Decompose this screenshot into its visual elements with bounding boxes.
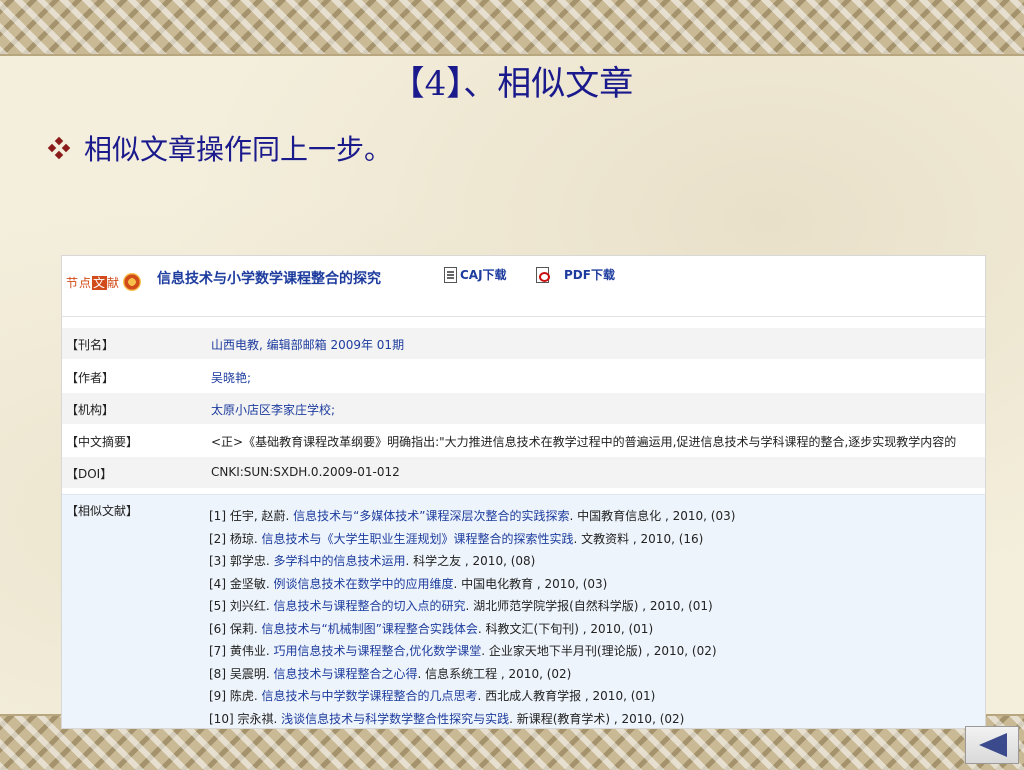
- list-item: [5] 刘兴红. 信息技术与课程整合的切入点的研究. 湖北师范学院学报(自然科学…: [209, 599, 713, 613]
- pdf-download-link[interactable]: PDF下载: [536, 266, 615, 283]
- triangle-left-icon: [979, 733, 1007, 757]
- embedded-screenshot: 节点文献 信息技术与小学数学课程整合的探究 CAJ下载 PDF下载 【刊名】 山…: [62, 256, 985, 728]
- caj-download-link[interactable]: CAJ下载: [444, 266, 507, 283]
- author-link[interactable]: 吴晓艳;: [211, 369, 251, 386]
- pdf-file-icon: [536, 266, 550, 283]
- meta-row-institution: 【机构】 太原小店区李家庄学校;: [62, 393, 985, 424]
- similar-article-link[interactable]: 信息技术与课程整合的切入点的研究: [273, 599, 465, 613]
- decorative-top-border: [0, 0, 1024, 56]
- similar-article-link[interactable]: 例谈信息技术在数学中的应用维度: [273, 577, 453, 591]
- similar-article-link[interactable]: 信息技术与课程整合之心得: [273, 667, 417, 681]
- list-item: [7] 黄伟业. 巧用信息技术与课程整合,优化数学课堂. 企业家天地下半月刊(理…: [209, 644, 717, 658]
- node-literature-logo: 节点文献: [66, 273, 142, 291]
- meta-row-doi: 【DOI】 CNKI:SUN:SXDH.0.2009-01-012: [62, 457, 985, 488]
- list-item: [2] 杨琼. 信息技术与《大学生职业生涯规划》课程整合的探索性实践. 文教资料…: [209, 531, 704, 546]
- meta-row-abstract: 【中文摘要】 <正>《基础教育课程改革纲要》明确指出:"大力推进信息技术在教学过…: [66, 435, 957, 449]
- caj-file-icon: [444, 266, 457, 283]
- list-item: [1] 任宇, 赵蔚. 信息技术与“多媒体技术”课程深层次整合的实践探索. 中国…: [209, 509, 736, 523]
- similar-article-link[interactable]: 多学科中的信息技术运用: [273, 554, 405, 568]
- bullet-text: 相似文章操作同上一步。: [84, 133, 393, 166]
- list-item: [6] 保莉. 信息技术与“机械制图”课程整合实践体会. 科教文汇(下旬刊) ,…: [209, 621, 654, 636]
- article-header: 节点文献 信息技术与小学数学课程整合的探究 CAJ下载 PDF下载: [62, 256, 985, 317]
- list-item: [4] 金坚敏. 例谈信息技术在数学中的应用维度. 中国电化教育 , 2010,…: [209, 576, 608, 591]
- meta-row-author: 【作者】 吴晓艳;: [66, 369, 252, 386]
- similar-literature-list: [1] 任宇, 赵蔚. 信息技术与“多媒体技术”课程深层次整合的实践探索. 中国…: [209, 505, 735, 728]
- doi-text: CNKI:SUN:SXDH.0.2009-01-012: [211, 465, 400, 479]
- meta-row-journal: 【刊名】 山西电教, 编辑部邮箱 2009年 01期: [62, 328, 985, 359]
- similar-article-link[interactable]: 信息技术与《大学生职业生涯规划》课程整合的探索性实践: [261, 532, 573, 546]
- flower-logo-icon: [123, 273, 142, 291]
- similar-literature-section: 【相似文献】 [1] 任宇, 赵蔚. 信息技术与“多媒体技术”课程深层次整合的实…: [62, 494, 985, 728]
- bullet-point: 相似文章操作同上一步。: [47, 128, 393, 168]
- similar-article-link[interactable]: 信息技术与“机械制图”课程整合实践体会: [261, 622, 477, 636]
- list-item: [8] 吴震明. 信息技术与课程整合之心得. 信息系统工程 , 2010, (0…: [209, 666, 572, 681]
- diamond-bullet-icon: [47, 136, 71, 160]
- list-item: [3] 郭学忠. 多学科中的信息技术运用. 科学之友 , 2010, (08): [209, 554, 536, 568]
- article-title[interactable]: 信息技术与小学数学课程整合的探究: [157, 268, 381, 288]
- journal-link[interactable]: 山西电教, 编辑部邮箱 2009年 01期: [211, 336, 404, 353]
- abstract-text: <正>《基础教育课程改革纲要》明确指出:"大力推进信息技术在教学过程中的普遍运用…: [211, 435, 957, 449]
- similar-literature-label: 【相似文献】: [66, 504, 139, 518]
- back-button[interactable]: [965, 726, 1019, 764]
- list-item: [9] 陈虎. 信息技术与中学数学课程整合的几点思考. 西北成人教育学报 , 2…: [209, 689, 656, 703]
- similar-article-link[interactable]: 信息技术与“多媒体技术”课程深层次整合的实践探索: [293, 509, 569, 523]
- similar-article-link[interactable]: 巧用信息技术与课程整合,优化数学课堂: [273, 644, 481, 658]
- list-item: [10] 宗永祺. 浅谈信息技术与科学数学整合性探究与实践. 新课程(教育学术)…: [209, 711, 685, 726]
- slide-title: 【4】、相似文章: [390, 64, 634, 104]
- similar-article-link[interactable]: 浅谈信息技术与科学数学整合性探究与实践: [281, 712, 509, 726]
- similar-article-link[interactable]: 信息技术与中学数学课程整合的几点思考: [261, 689, 477, 703]
- institution-link[interactable]: 太原小店区李家庄学校;: [211, 401, 335, 418]
